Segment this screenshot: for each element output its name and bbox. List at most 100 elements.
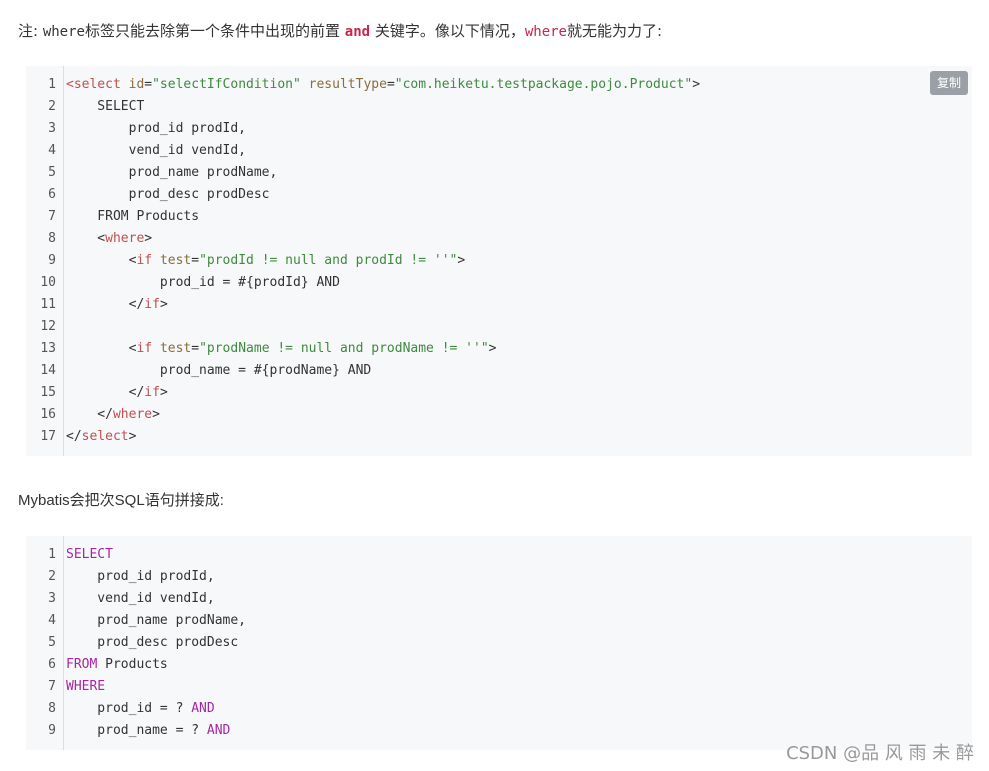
code-line: 4 vend_id vendId, [26, 140, 972, 162]
code-line: 12 [26, 316, 972, 338]
code-token: > [144, 231, 153, 246]
code-text: vend_id vendId, [66, 140, 246, 162]
code-line: 8 <where> [26, 228, 972, 250]
code-text: prod_id = ? AND [66, 698, 214, 720]
line-number: 13 [40, 341, 56, 356]
code-text: prod_id = #{prodId} AND [66, 272, 340, 294]
code-token: = [144, 77, 153, 92]
line-number: 17 [40, 429, 56, 444]
note-paragraph: 注: where标签只能去除第一个条件中出现的前置 and 关键字。像以下情况，… [18, 19, 662, 44]
code-token: AND [206, 723, 231, 738]
code-line: 15 </if> [26, 382, 972, 404]
copy-button[interactable]: 复制 [929, 71, 968, 95]
code-text: prod_desc prodDesc [66, 632, 238, 654]
code-token: <select [66, 77, 129, 92]
code-text: prod_id prodId, [66, 118, 246, 140]
csdn-watermark: CSDN @品 风 ⾬ 未 醉 [786, 743, 974, 764]
line-number: 5 [48, 165, 56, 180]
code-line: 17 </select> [26, 426, 972, 448]
xml-code-lines: 1 <select id="selectIfCondition" resultTy… [26, 74, 972, 448]
code-text: </select> [66, 426, 136, 448]
code-token: test [159, 253, 192, 268]
line-number: 11 [40, 297, 56, 312]
code-token: prod_desc prodDesc [66, 635, 239, 650]
code-text: SELECT [66, 544, 113, 566]
code-text: <if test="prodName != null and prodName … [66, 338, 497, 360]
code-token: id [128, 77, 145, 92]
code-text: prod_id prodId, [66, 566, 215, 588]
code-line: 7 WHERE [26, 676, 972, 698]
code-token: prod_id prodId, [66, 121, 247, 136]
line-number: 4 [48, 143, 56, 158]
code-token: = [386, 77, 395, 92]
code-token: SELECT [66, 547, 113, 562]
code-text: vend_id vendId, [66, 588, 215, 610]
code-line: 3 vend_id vendId, [26, 588, 972, 610]
xml-code-block: 1 <select id="selectIfCondition" resultTy… [26, 66, 972, 456]
line-number: 1 [48, 547, 56, 562]
code-token: select [81, 429, 129, 444]
code-token: </ [66, 385, 145, 400]
code-token: prod_id = ? [66, 701, 192, 716]
code-token: prod_name prodName, [66, 613, 247, 628]
line-number: 7 [48, 679, 56, 694]
code-token: = [191, 253, 200, 268]
line-number: 2 [48, 569, 56, 584]
line-number: 14 [40, 363, 56, 378]
code-line: 10 prod_id = #{prodId} AND [26, 272, 972, 294]
line-number: 9 [48, 253, 56, 268]
code-token: > [128, 429, 137, 444]
code-token: resultType [308, 77, 387, 92]
code-line: 3 prod_id prodId, [26, 118, 972, 140]
code-token: < [66, 341, 137, 356]
code-text: FROM Products [66, 654, 168, 676]
code-token: > [488, 341, 497, 356]
code-token: "prodName != null and prodName != ''" [199, 341, 489, 356]
code-text: WHERE [66, 676, 105, 698]
note-suffix: 就无能为力了: [567, 22, 663, 40]
sql-intro-paragraph: Mybatis会把次SQL语句拼接成: [18, 492, 224, 509]
note-mid: 标签只能去除第一个条件中出现的前置 [84, 22, 345, 40]
code-text: <select id="selectIfCondition" resultTyp… [66, 74, 700, 96]
line-number: 3 [48, 121, 56, 136]
code-line: 2 SELECT [26, 96, 972, 118]
code-line: 8 prod_id = ? AND [26, 698, 972, 720]
code-text: prod_name prodName, [66, 162, 278, 184]
code-token: prod_name = #{prodName} AND [66, 363, 372, 378]
line-number: 15 [40, 385, 56, 400]
code-token: prod_id prodId, [66, 569, 215, 584]
code-token: > [159, 385, 168, 400]
code-text: prod_desc prodDesc [66, 184, 270, 206]
code-token: if [144, 297, 160, 312]
code-text: SELECT [66, 96, 144, 118]
code-token: vend_id vendId, [66, 143, 247, 158]
code-line: 4 prod_name prodName, [26, 610, 972, 632]
line-number: 10 [40, 275, 56, 290]
note-mid2: 关键字。像以下情况， [370, 22, 525, 40]
code-text: <if test="prodId != null and prodId != '… [66, 250, 466, 272]
code-text: prod_name = ? AND [66, 720, 230, 742]
code-token: </ [66, 297, 145, 312]
code-text: FROM Products [66, 206, 199, 228]
line-number: 9 [48, 723, 56, 738]
code-line: 6 prod_desc prodDesc [26, 184, 972, 206]
code-token: > [152, 407, 160, 422]
code-token: if [136, 341, 153, 356]
note-prefix: 注: [18, 22, 43, 40]
sql-code-block: 1 SELECT 2 prod_id prodId, 3 vend_id vendId… [26, 536, 972, 750]
code-token: </ [66, 429, 82, 444]
code-token: vend_id vendId, [66, 591, 215, 606]
code-token: "selectIfCondition" [152, 77, 301, 92]
code-token: Products [97, 657, 168, 672]
line-number: 5 [48, 635, 56, 650]
code-token: FROM Products [66, 209, 200, 224]
code-token: prod_desc prodDesc [66, 187, 270, 202]
line-number: 4 [48, 613, 56, 628]
code-token: prod_id = #{prodId} AND [66, 275, 340, 290]
code-text: </if> [66, 294, 168, 316]
code-token: "prodId != null and prodId != ''" [199, 253, 458, 268]
code-token: if [136, 253, 153, 268]
